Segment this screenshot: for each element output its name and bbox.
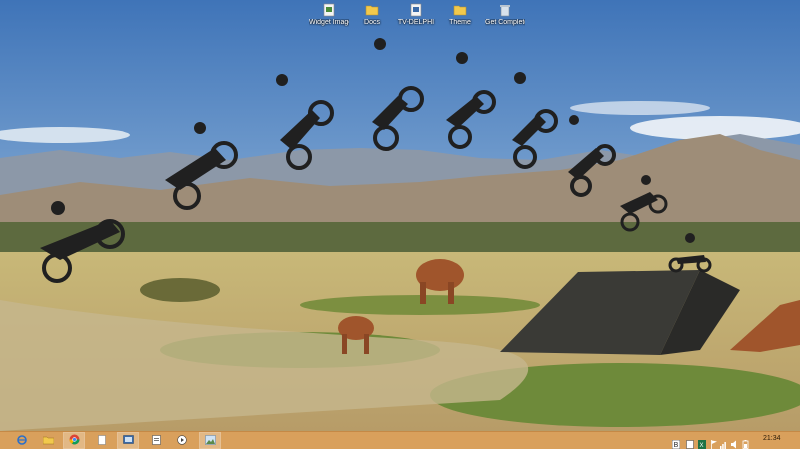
taskbar-control-panel-button[interactable] (117, 432, 139, 450)
desktop-icon-widget-images[interactable]: Widget Images (309, 3, 349, 27)
b-app-icon: B (671, 436, 681, 453)
svg-text:X: X (700, 443, 704, 449)
tray-b-app[interactable]: B (671, 436, 681, 450)
notepad-icon (686, 436, 694, 453)
tray-excel[interactable]: X (698, 436, 706, 449)
desktop-icon-theme[interactable]: Theme (440, 3, 480, 27)
file-explorer-icon (42, 432, 54, 450)
desktop-icon-label: Docs (364, 19, 380, 26)
file-icon (409, 3, 423, 17)
blank-document-icon (98, 432, 106, 450)
file-icon (322, 3, 336, 17)
taskbar-chrome-button[interactable] (63, 432, 85, 450)
desktop-icon-label: Widget Images (309, 19, 349, 26)
system-clock[interactable]: 21:34 (763, 435, 781, 442)
tray-flag[interactable] (710, 436, 718, 449)
wallpaper-image (0, 0, 800, 431)
photos-icon (204, 432, 216, 450)
taskbar-document-button[interactable] (92, 433, 112, 448)
media-icon (177, 432, 187, 450)
control-panel-icon (122, 432, 134, 450)
folder-icon (453, 3, 467, 17)
desktop-icon-label: TV-DELPHI (397, 19, 435, 26)
tray-network[interactable] (720, 436, 728, 449)
document-icon (151, 432, 161, 450)
svg-text:B: B (674, 442, 679, 449)
excel-icon: X (698, 436, 706, 453)
battery-icon (742, 436, 750, 453)
desktop-icon-label: Get Complete (485, 19, 525, 26)
desktop-icon-recycle-bin[interactable]: Get Complete (485, 3, 525, 27)
desktop-wallpaper (0, 0, 800, 431)
taskbar-photos-button[interactable] (199, 432, 221, 450)
desktop-icon-label: Theme (449, 19, 471, 26)
desktop-icon-docs[interactable]: Docs (352, 3, 392, 27)
taskbar-ie-button[interactable] (12, 433, 32, 448)
flag-icon (710, 436, 718, 453)
taskbar-word-button[interactable] (146, 433, 166, 448)
internet-explorer-icon (17, 432, 27, 450)
taskbar-explorer-button[interactable] (38, 433, 58, 448)
recycle-bin-icon (498, 3, 512, 17)
taskbar: B X 21:34 (0, 431, 800, 450)
desktop-icon-tv-delphi[interactable]: TV-DELPHI (396, 3, 436, 27)
chrome-icon (69, 432, 80, 450)
folder-icon (365, 3, 379, 17)
taskbar-media-button[interactable] (172, 433, 192, 448)
signal-icon (720, 436, 728, 453)
tray-battery[interactable] (742, 436, 750, 449)
tray-volume[interactable] (731, 436, 739, 449)
volume-icon (731, 436, 739, 453)
tray-notepad[interactable] (686, 436, 694, 449)
